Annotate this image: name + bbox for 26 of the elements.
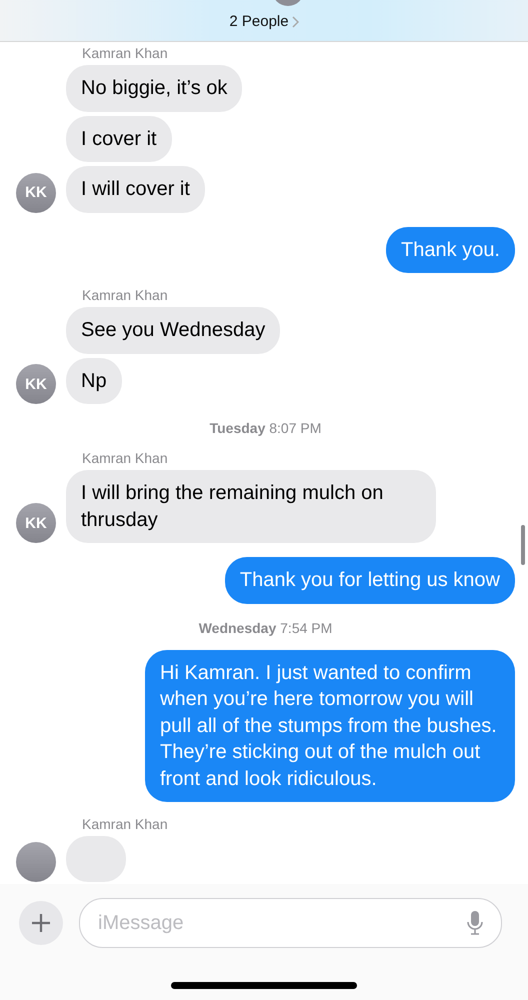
avatar[interactable]: KK (16, 503, 56, 543)
sender-name: Kamran Khan (82, 450, 169, 466)
message-bubble: See you Wednesday (66, 307, 280, 354)
message-bubble: I will cover it (66, 166, 205, 212)
chevron-icon (292, 16, 299, 28)
plus-icon (31, 913, 51, 933)
message-bubble: I will bring the remaining mulch on thrusday (66, 470, 436, 543)
message-bubble: I cover it (66, 116, 172, 162)
sender-name: Kamran Khan (82, 287, 169, 303)
microphone-icon (467, 910, 483, 936)
timestamp: Wednesday 7:54 PM (198, 620, 332, 636)
message-bubble: Np (66, 358, 122, 404)
message-field[interactable]: iMessage (79, 898, 502, 948)
message-bubble: No biggie, it’s ok (66, 65, 242, 112)
message-bubble: Thank you. (386, 226, 515, 273)
message-bubble: Thank you for letting us know (224, 557, 515, 604)
sender-name: Kamran Khan (82, 45, 169, 61)
avatar[interactable] (16, 842, 56, 882)
add-button[interactable] (19, 901, 63, 945)
message-input[interactable]: iMessage (96, 910, 467, 936)
conversation-title[interactable]: 2 People (229, 13, 299, 30)
avatar[interactable]: KK (16, 172, 56, 212)
message-bubble: Hi Kamran. I just wanted to confirm when you’re here tomorrow you will pull all of the stumps from the bushes. They’re sticking out of the mulch out front and look ridiculous. (145, 650, 515, 802)
sender-name: Kamran Khan (82, 816, 169, 832)
timestamp: Tuesday 8:07 PM (210, 420, 322, 436)
avatar[interactable]: KK (16, 364, 56, 404)
